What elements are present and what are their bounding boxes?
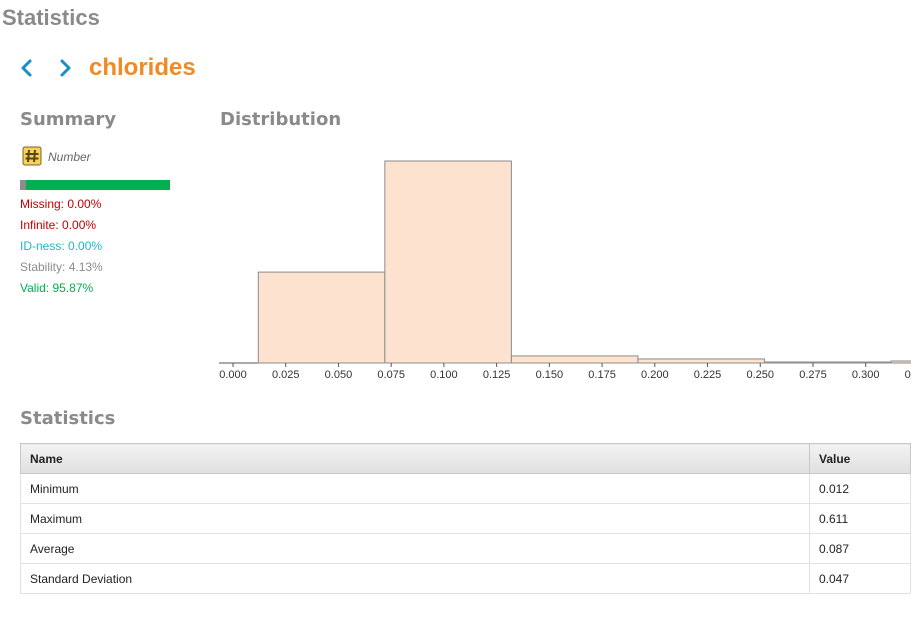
distribution-heading: Distribution	[220, 109, 342, 130]
histogram-bar	[257, 271, 386, 364]
metric-missing-label: Missing:	[20, 197, 65, 211]
x-tick-label: 0.300	[852, 369, 880, 381]
histogram-bar	[890, 360, 911, 364]
chevron-left-icon[interactable]	[18, 58, 34, 78]
column-header-value[interactable]: Value	[809, 443, 911, 474]
row-value: 0.087	[809, 533, 911, 564]
row-name: Maximum	[20, 503, 810, 534]
metric-infinite-value: 0.00%	[62, 218, 97, 232]
metric-idness: ID-ness: 0.00%	[20, 239, 102, 253]
x-tick-label: 0.125	[483, 369, 511, 381]
table-row: Maximum 0.611	[20, 503, 911, 534]
table-row: Average 0.087	[20, 533, 911, 564]
x-tick-label: 0.000	[219, 369, 247, 381]
x-tick-label: 0.225	[694, 369, 722, 381]
table-row: Minimum 0.012	[20, 473, 911, 504]
attribute-name: chlorides	[89, 54, 196, 81]
metric-infinite: Infinite: 0.00%	[20, 218, 96, 232]
metric-idness-label: ID-ness:	[20, 239, 65, 253]
metric-missing-value: 0.00%	[67, 197, 102, 211]
metric-infinite-label: Infinite:	[20, 218, 59, 232]
metric-valid-label: Valid:	[20, 281, 50, 295]
x-tick-label: 0.050	[325, 369, 353, 381]
metric-stability-label: Stability:	[20, 260, 66, 274]
statistics-table: Name Value Minimum 0.012 Maximum 0.611 A…	[20, 443, 911, 594]
row-value: 0.012	[809, 473, 911, 504]
metric-stability-value: 4.13%	[68, 260, 103, 274]
table-row: Standard Deviation 0.047	[20, 563, 911, 594]
x-tick-label: 0.100	[430, 369, 458, 381]
histogram-bar	[384, 160, 512, 364]
x-tick-label: 0.275	[799, 369, 827, 381]
row-name: Average	[20, 533, 810, 564]
x-tick-label: 0.200	[641, 369, 669, 381]
column-header-name[interactable]: Name	[20, 443, 810, 474]
metric-idness-value: 0.00%	[68, 239, 103, 253]
type-label: Number	[48, 150, 91, 164]
x-tick-label: 0.175	[588, 369, 616, 381]
row-value: 0.611	[809, 503, 911, 534]
histogram-bar	[637, 358, 765, 364]
metric-stability: Stability: 4.13%	[20, 260, 103, 274]
metric-missing: Missing: 0.00%	[20, 197, 101, 211]
metric-valid: Valid: 95.87%	[20, 281, 93, 295]
hash-icon	[22, 146, 42, 166]
histogram-bar	[763, 361, 892, 364]
row-value: 0.047	[809, 563, 911, 594]
table-header-row: Name Value	[20, 443, 911, 474]
statistics-heading: Statistics	[20, 408, 116, 429]
page-title: Statistics	[2, 5, 100, 30]
x-tick-label: 0.250	[746, 369, 774, 381]
summary-heading: Summary	[20, 109, 117, 130]
x-tick-label: 0.075	[377, 369, 405, 381]
chevron-right-icon[interactable]	[58, 58, 74, 78]
quality-bar-valid	[26, 180, 170, 190]
metric-valid-value: 95.87%	[52, 281, 94, 295]
distribution-histogram: 0.000 0.025 0.050 0.075 0.100 0.125 0.150 0.175…	[219, 160, 911, 381]
row-name: Standard Deviation	[20, 563, 810, 594]
row-name: Minimum	[20, 473, 810, 504]
x-tick-label: 0.325	[905, 369, 911, 381]
x-tick-label: 0.025	[272, 369, 300, 381]
histogram-bar	[510, 355, 639, 364]
quality-bar	[20, 180, 170, 190]
x-tick-label: 0.150	[536, 369, 564, 381]
